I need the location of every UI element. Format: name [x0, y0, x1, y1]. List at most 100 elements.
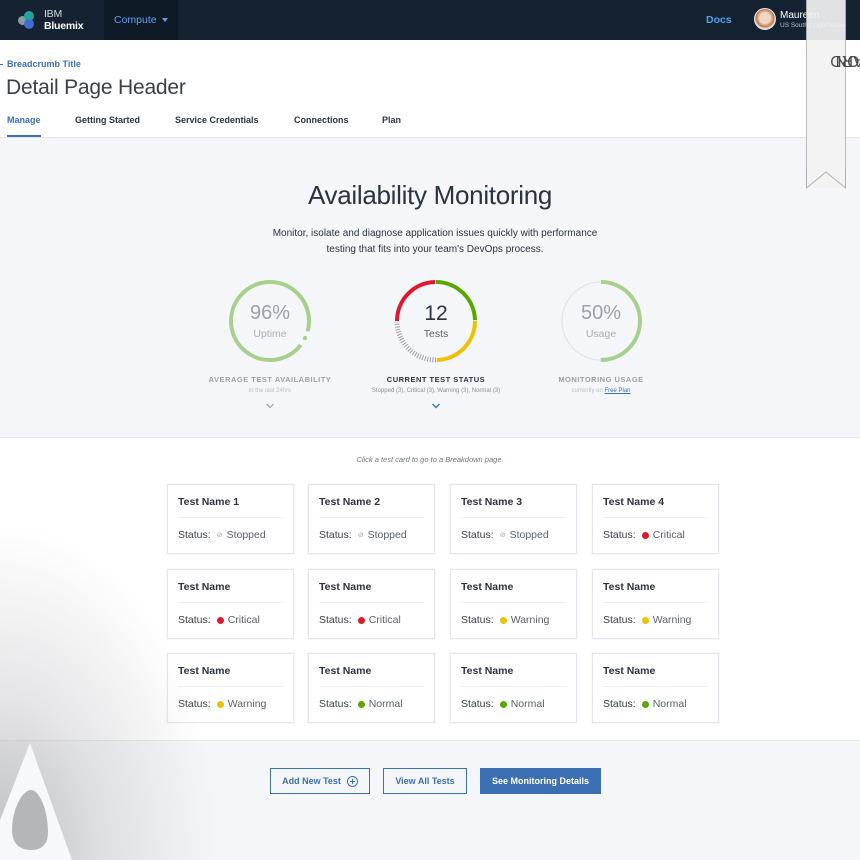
status-dot-normal-icon: [357, 700, 365, 708]
status-label: Status:: [461, 698, 494, 710]
page-title: Detail Page Header: [6, 76, 186, 99]
ribbon-notch: [806, 168, 846, 190]
stopped-icon: ⊘: [216, 532, 223, 539]
status-label: Status:: [178, 698, 211, 710]
award-ribbon-text: A'DESIGN AWARD& COMPETITION: [806, 0, 860, 160]
test-status-gauge[interactable]: 12 Tests CURRENT TEST STATUS Stopped (3)…: [356, 278, 516, 418]
status-label: Status:: [603, 698, 636, 710]
test-card[interactable]: Test Name Status: Normal: [308, 653, 435, 723]
chevron-down-icon[interactable]: [431, 401, 441, 411]
test-card[interactable]: Test Name Status: Normal: [592, 653, 719, 723]
status-dot-critical-icon: [641, 531, 649, 539]
section-title: Availability Monitoring: [307, 180, 553, 210]
test-card[interactable]: Test Name 3 Status: ⊘ Stopped: [450, 484, 577, 554]
tab-getting-started[interactable]: Getting Started: [75, 115, 140, 125]
test-card-title: Test Name 2: [319, 496, 381, 508]
test-card-title: Test Name: [319, 665, 372, 677]
test-card-status: Status: Critical: [178, 614, 260, 626]
test-card[interactable]: Test Name 1 Status: ⊘ Stopped: [167, 484, 294, 554]
tab-manage[interactable]: Manage: [7, 115, 41, 137]
tab-connections[interactable]: Connections: [294, 115, 349, 125]
add-new-test-label: Add New Test: [282, 776, 341, 786]
tab-service-credentials[interactable]: Service Credentials: [175, 115, 259, 125]
status-value: Normal: [510, 698, 545, 710]
status-label: Status:: [319, 614, 352, 626]
test-card[interactable]: Test Name Status: Critical: [167, 569, 294, 639]
status-dot-normal-icon: [641, 700, 649, 708]
breadcrumb-link[interactable]: Breadcrumb Title: [7, 59, 81, 69]
test-count-value: 12: [424, 302, 448, 325]
test-card-status: Status: Warning: [461, 614, 549, 626]
status-value: Stopped: [226, 529, 266, 541]
test-card-title: Test Name: [319, 581, 372, 593]
view-all-tests-label: View All Tests: [395, 776, 455, 786]
status-dot-warning-icon: [499, 616, 507, 624]
chevron-down-icon[interactable]: [265, 401, 275, 411]
status-dot-warning-icon: [216, 700, 224, 708]
tab-plan[interactable]: Plan: [382, 115, 401, 125]
test-card-status: Status: ⊘ Stopped: [178, 529, 266, 541]
status-label: Status:: [319, 529, 352, 541]
test-card[interactable]: Test Name Status: Critical: [308, 569, 435, 639]
uptime-caption: AVERAGE TEST AVAILABILITY: [208, 375, 332, 384]
test-card-title: Test Name 3: [461, 496, 523, 508]
test-card[interactable]: Test Name 4 Status: Critical: [592, 484, 719, 554]
uptime-value: 96%: [249, 302, 291, 324]
docs-link[interactable]: Docs: [706, 14, 732, 26]
status-dot-critical-icon: [357, 616, 365, 624]
status-value: Normal: [368, 698, 403, 710]
test-card-status: Status: Critical: [603, 529, 685, 541]
card-divider: [178, 686, 283, 687]
test-card-title: Test Name: [461, 665, 514, 677]
test-card-status: Status: Warning: [603, 614, 691, 626]
test-card-status: Status: Critical: [319, 614, 401, 626]
brand-logo[interactable]: IBM Bluemix: [0, 0, 104, 40]
test-card-title: Test Name: [603, 581, 656, 593]
add-new-test-button[interactable]: Add New Test: [270, 768, 370, 794]
usage-gauge[interactable]: 50% Usage MONITORING USAGE currently on …: [521, 278, 681, 418]
test-card-title: Test Name 1: [178, 496, 240, 508]
test-card[interactable]: Test Name Status: Warning: [592, 569, 719, 639]
test-card[interactable]: Test Name 2 Status: ⊘ Stopped: [308, 484, 435, 554]
status-label: Status:: [178, 529, 211, 541]
test-card-title: Test Name 4: [603, 496, 665, 508]
uptime-gauge[interactable]: 96% Uptime AVERAGE TEST AVAILABILITY in …: [190, 278, 350, 418]
test-status-breakdown: Stopped (3), Critical (3), Warning (3), …: [371, 388, 501, 394]
uptime-note: in the last 24hrs: [248, 388, 292, 394]
test-card[interactable]: Test Name Status: Warning: [450, 569, 577, 639]
see-monitoring-details-label: See Monitoring Details: [491, 776, 589, 786]
usage-caption: MONITORING USAGE: [558, 375, 644, 384]
test-card-title: Test Name: [603, 665, 656, 677]
test-card-title: Test Name: [178, 665, 231, 677]
status-value: Stopped: [509, 529, 549, 541]
see-monitoring-details-button[interactable]: See Monitoring Details: [480, 768, 601, 794]
status-value: Warning: [510, 614, 550, 626]
status-label: Status:: [461, 614, 494, 626]
status-value: Critical: [368, 614, 401, 626]
usage-note-prefix: currently on: [571, 388, 603, 394]
test-count-sub-label: Tests: [423, 328, 449, 340]
status-value: Warning: [227, 698, 267, 710]
uptime-sub-label: Uptime: [253, 328, 287, 340]
test-card[interactable]: Test Name Status: Warning: [167, 653, 294, 723]
free-plan-link[interactable]: Free Plan: [605, 388, 631, 394]
card-divider: [178, 517, 283, 518]
status-dot-warning-icon: [641, 616, 649, 624]
view-all-tests-button[interactable]: View All Tests: [383, 768, 467, 794]
test-card[interactable]: Test Name Status: Normal: [450, 653, 577, 723]
bluemix-logo-icon: [18, 11, 38, 29]
status-value: Critical: [652, 529, 685, 541]
compute-menu[interactable]: Compute: [104, 0, 178, 40]
card-divider: [461, 517, 566, 518]
card-divider: [319, 517, 424, 518]
user-avatar[interactable]: [754, 8, 776, 30]
card-divider: [461, 602, 566, 603]
test-card-status: Status: Warning: [178, 698, 266, 710]
status-label: Status:: [461, 529, 494, 541]
card-divider: [319, 686, 424, 687]
status-label: Status:: [178, 614, 211, 626]
card-divider: [461, 686, 566, 687]
card-divider: [178, 602, 283, 603]
compute-menu-label: Compute: [114, 14, 157, 26]
test-card-status: Status: Normal: [461, 698, 545, 710]
